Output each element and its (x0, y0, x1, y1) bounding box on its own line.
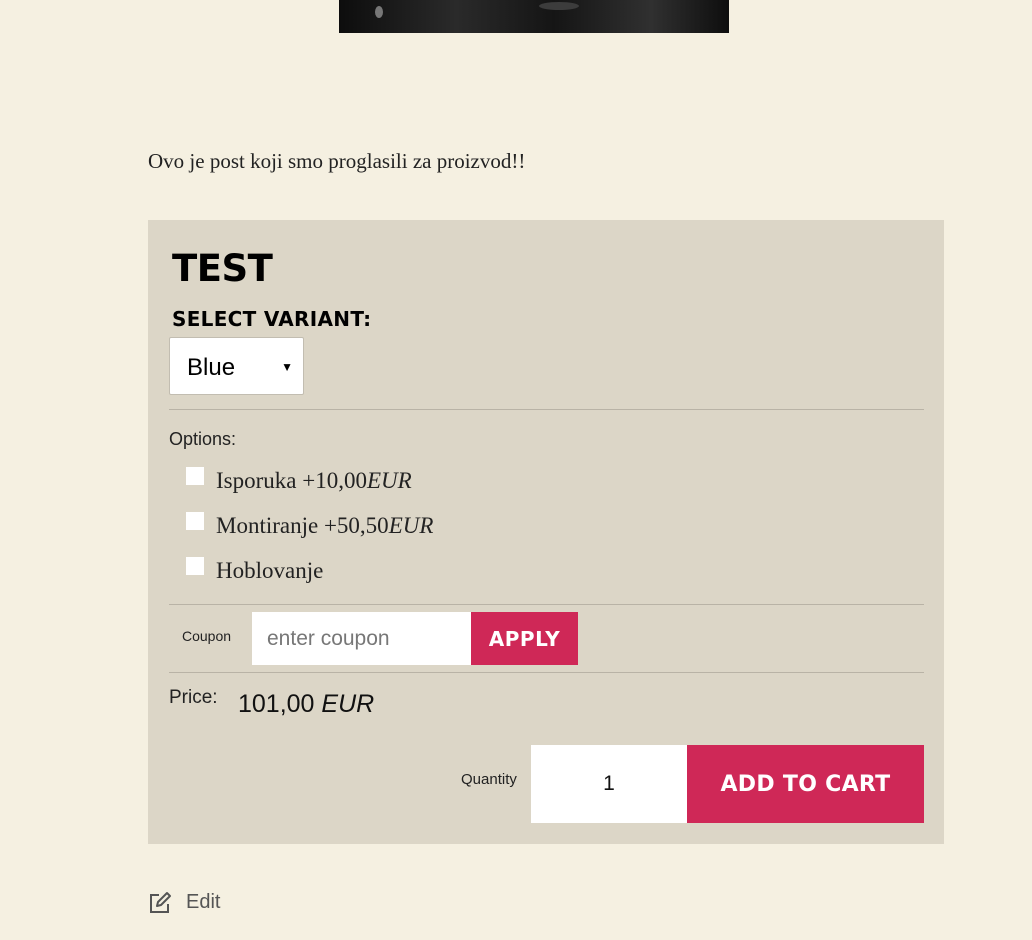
option-checkbox[interactable] (186, 512, 204, 530)
divider (169, 409, 924, 410)
post-text: Ovo je post koji smo proglasili za proiz… (148, 149, 526, 173)
edit-icon (150, 892, 171, 913)
product-title: TEST (172, 247, 273, 290)
variant-select[interactable]: Blue ▼ (169, 337, 304, 395)
option-checkbox[interactable] (186, 557, 204, 575)
options-label: Options: (169, 429, 237, 449)
select-variant-label: SELECT VARIANT: (172, 307, 372, 331)
price-label: Price: (169, 687, 218, 708)
variant-selected-value: Blue (187, 354, 236, 381)
quantity-label: Quantity (461, 771, 517, 788)
price-value: 101,00 EUR (238, 690, 375, 718)
post-featured-image (339, 0, 729, 33)
quantity-input[interactable] (531, 745, 687, 823)
dropdown-arrow-icon: ▼ (281, 360, 293, 374)
coupon-label: Coupon (182, 628, 232, 644)
coupon-input[interactable] (252, 612, 471, 665)
option-label: Isporuka +10,00EUR (216, 468, 412, 493)
apply-coupon-button[interactable]: APPLY (471, 612, 578, 665)
divider (169, 672, 924, 673)
divider (169, 604, 924, 605)
option-checkbox[interactable] (186, 467, 204, 485)
option-label: Montiranje +50,50EUR (216, 513, 434, 538)
edit-label: Edit (186, 891, 221, 913)
add-to-cart-button[interactable]: ADD TO CART (687, 745, 924, 823)
option-label: Hoblovanje (216, 558, 324, 583)
product-box: TEST SELECT VARIANT: Blue ▼ Options: Isp… (148, 220, 944, 844)
